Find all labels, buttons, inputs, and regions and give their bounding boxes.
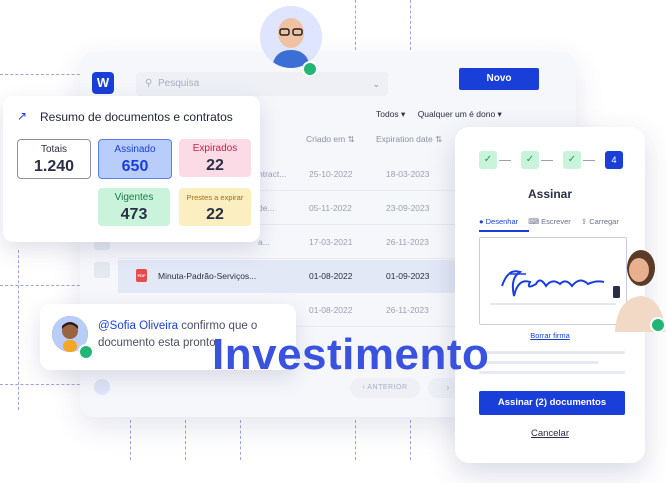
online-status-dot [650, 317, 666, 333]
stat-assinado[interactable]: Assinado 650 [98, 139, 172, 179]
step-check-icon: ✓ [479, 151, 497, 169]
placeholder-line [479, 361, 599, 364]
guide-line [130, 420, 131, 460]
online-status-dot [302, 61, 318, 77]
row-name: Minuta-Padrão-Serviços... [158, 271, 257, 281]
stat-vigentes[interactable]: Vigentes 473 [98, 188, 170, 226]
row-name: a... [258, 237, 270, 247]
step-check-icon: ✓ [521, 151, 539, 169]
pager-prev-button[interactable]: ‹ ANTERIOR [350, 378, 420, 398]
step-connector [541, 160, 553, 161]
guide-line [410, 0, 411, 50]
column-header-expiration[interactable]: Expiration date ⇅ [376, 134, 442, 145]
row-checkbox[interactable] [94, 262, 110, 278]
tab-type[interactable]: ⌨ Escrever [528, 217, 571, 226]
row-name: ntract... [258, 169, 287, 179]
row-expires: 18-03-2023 [386, 169, 430, 179]
cancel-link[interactable]: Cancelar [455, 428, 645, 439]
tab-upload[interactable]: ⇧ Carregar [581, 217, 619, 226]
placeholder-line [479, 351, 625, 354]
summary-card: ↗ Resumo de documentos e contratos Totai… [3, 96, 260, 242]
stat-value: 650 [121, 158, 149, 175]
guide-line [18, 250, 19, 410]
step-connector [583, 160, 595, 161]
avatar [260, 6, 322, 68]
row-created: 05-11-2022 [309, 203, 352, 213]
guide-line [355, 0, 356, 50]
pdf-icon: PDF [136, 269, 147, 282]
row-created: 01-08-2022 [309, 271, 353, 281]
sign-method-tabs: ● Desenhar ⌨ Escrever ⇧ Carregar [479, 217, 627, 226]
step-current: 4 [605, 151, 623, 169]
tab-draw[interactable]: ● Desenhar [479, 217, 518, 226]
stat-label: Prestes a expirar [186, 193, 244, 202]
stat-value: 1.240 [33, 158, 75, 175]
row-created: 17-03-2021 [309, 237, 353, 247]
overlay-headline: Investimento [212, 330, 490, 379]
step-check-icon: ✓ [563, 151, 581, 169]
search-placeholder: Pesquisa [158, 78, 200, 89]
stat-totais[interactable]: Totais 1.240 [17, 139, 91, 179]
stat-label: Vigentes [114, 192, 154, 203]
nav-dot[interactable] [94, 379, 110, 395]
row-expires: 26-11-2023 [386, 237, 429, 247]
filter-all[interactable]: Todos ▾ [376, 109, 405, 119]
sign-documents-button[interactable]: Assinar (2) documentos [479, 391, 625, 415]
sign-title: Assinar [527, 187, 573, 201]
guide-line [0, 384, 90, 385]
active-tab-indicator [479, 230, 529, 232]
search-input[interactable]: ⚲ Pesquisa ⌄ [136, 72, 388, 96]
online-status-dot [78, 344, 94, 360]
summary-title: Resumo de documentos e contratos [40, 110, 233, 124]
app-logo[interactable]: W [92, 72, 114, 94]
row-expires: 26-11-2023 [386, 305, 429, 315]
placeholder-line [479, 371, 625, 374]
new-button[interactable]: Novo [459, 68, 539, 90]
row-created: 25-10-2022 [309, 169, 353, 179]
step-connector [499, 160, 511, 161]
row-expires: 01-09-2023 [386, 271, 430, 281]
filter-owner[interactable]: Qualquer um é dono ▾ [418, 109, 502, 119]
mention-link[interactable]: @Sofia Oliveira [98, 320, 178, 332]
stat-label: Totais [40, 144, 68, 155]
row-name: de... [258, 203, 275, 213]
row-created: 01-08-2022 [309, 305, 353, 315]
stat-label: Assinado [114, 144, 156, 155]
guide-line [0, 74, 90, 75]
guide-line [0, 285, 90, 286]
stat-expirados[interactable]: Expirados 22 [179, 139, 251, 177]
guide-line [410, 420, 411, 460]
row-expires: 23-09-2023 [386, 203, 430, 213]
stat-label: Expirados [192, 143, 238, 154]
filter-bar: Todos ▾ Qualquer um é dono ▾ [376, 109, 512, 120]
chart-icon: ↗ [17, 109, 28, 123]
stat-prestes[interactable]: Prestes a expirar 22 [179, 188, 251, 226]
stat-value: 22 [206, 157, 224, 174]
guide-line [185, 420, 186, 460]
guide-line [355, 420, 356, 460]
search-icon: ⚲ [145, 78, 153, 89]
stat-value: 22 [206, 206, 224, 223]
stat-value: 473 [120, 206, 148, 223]
guide-line [240, 420, 241, 460]
chevron-down-icon: ⌄ [372, 79, 380, 89]
column-header-created[interactable]: Criado em ⇅ [306, 134, 355, 145]
